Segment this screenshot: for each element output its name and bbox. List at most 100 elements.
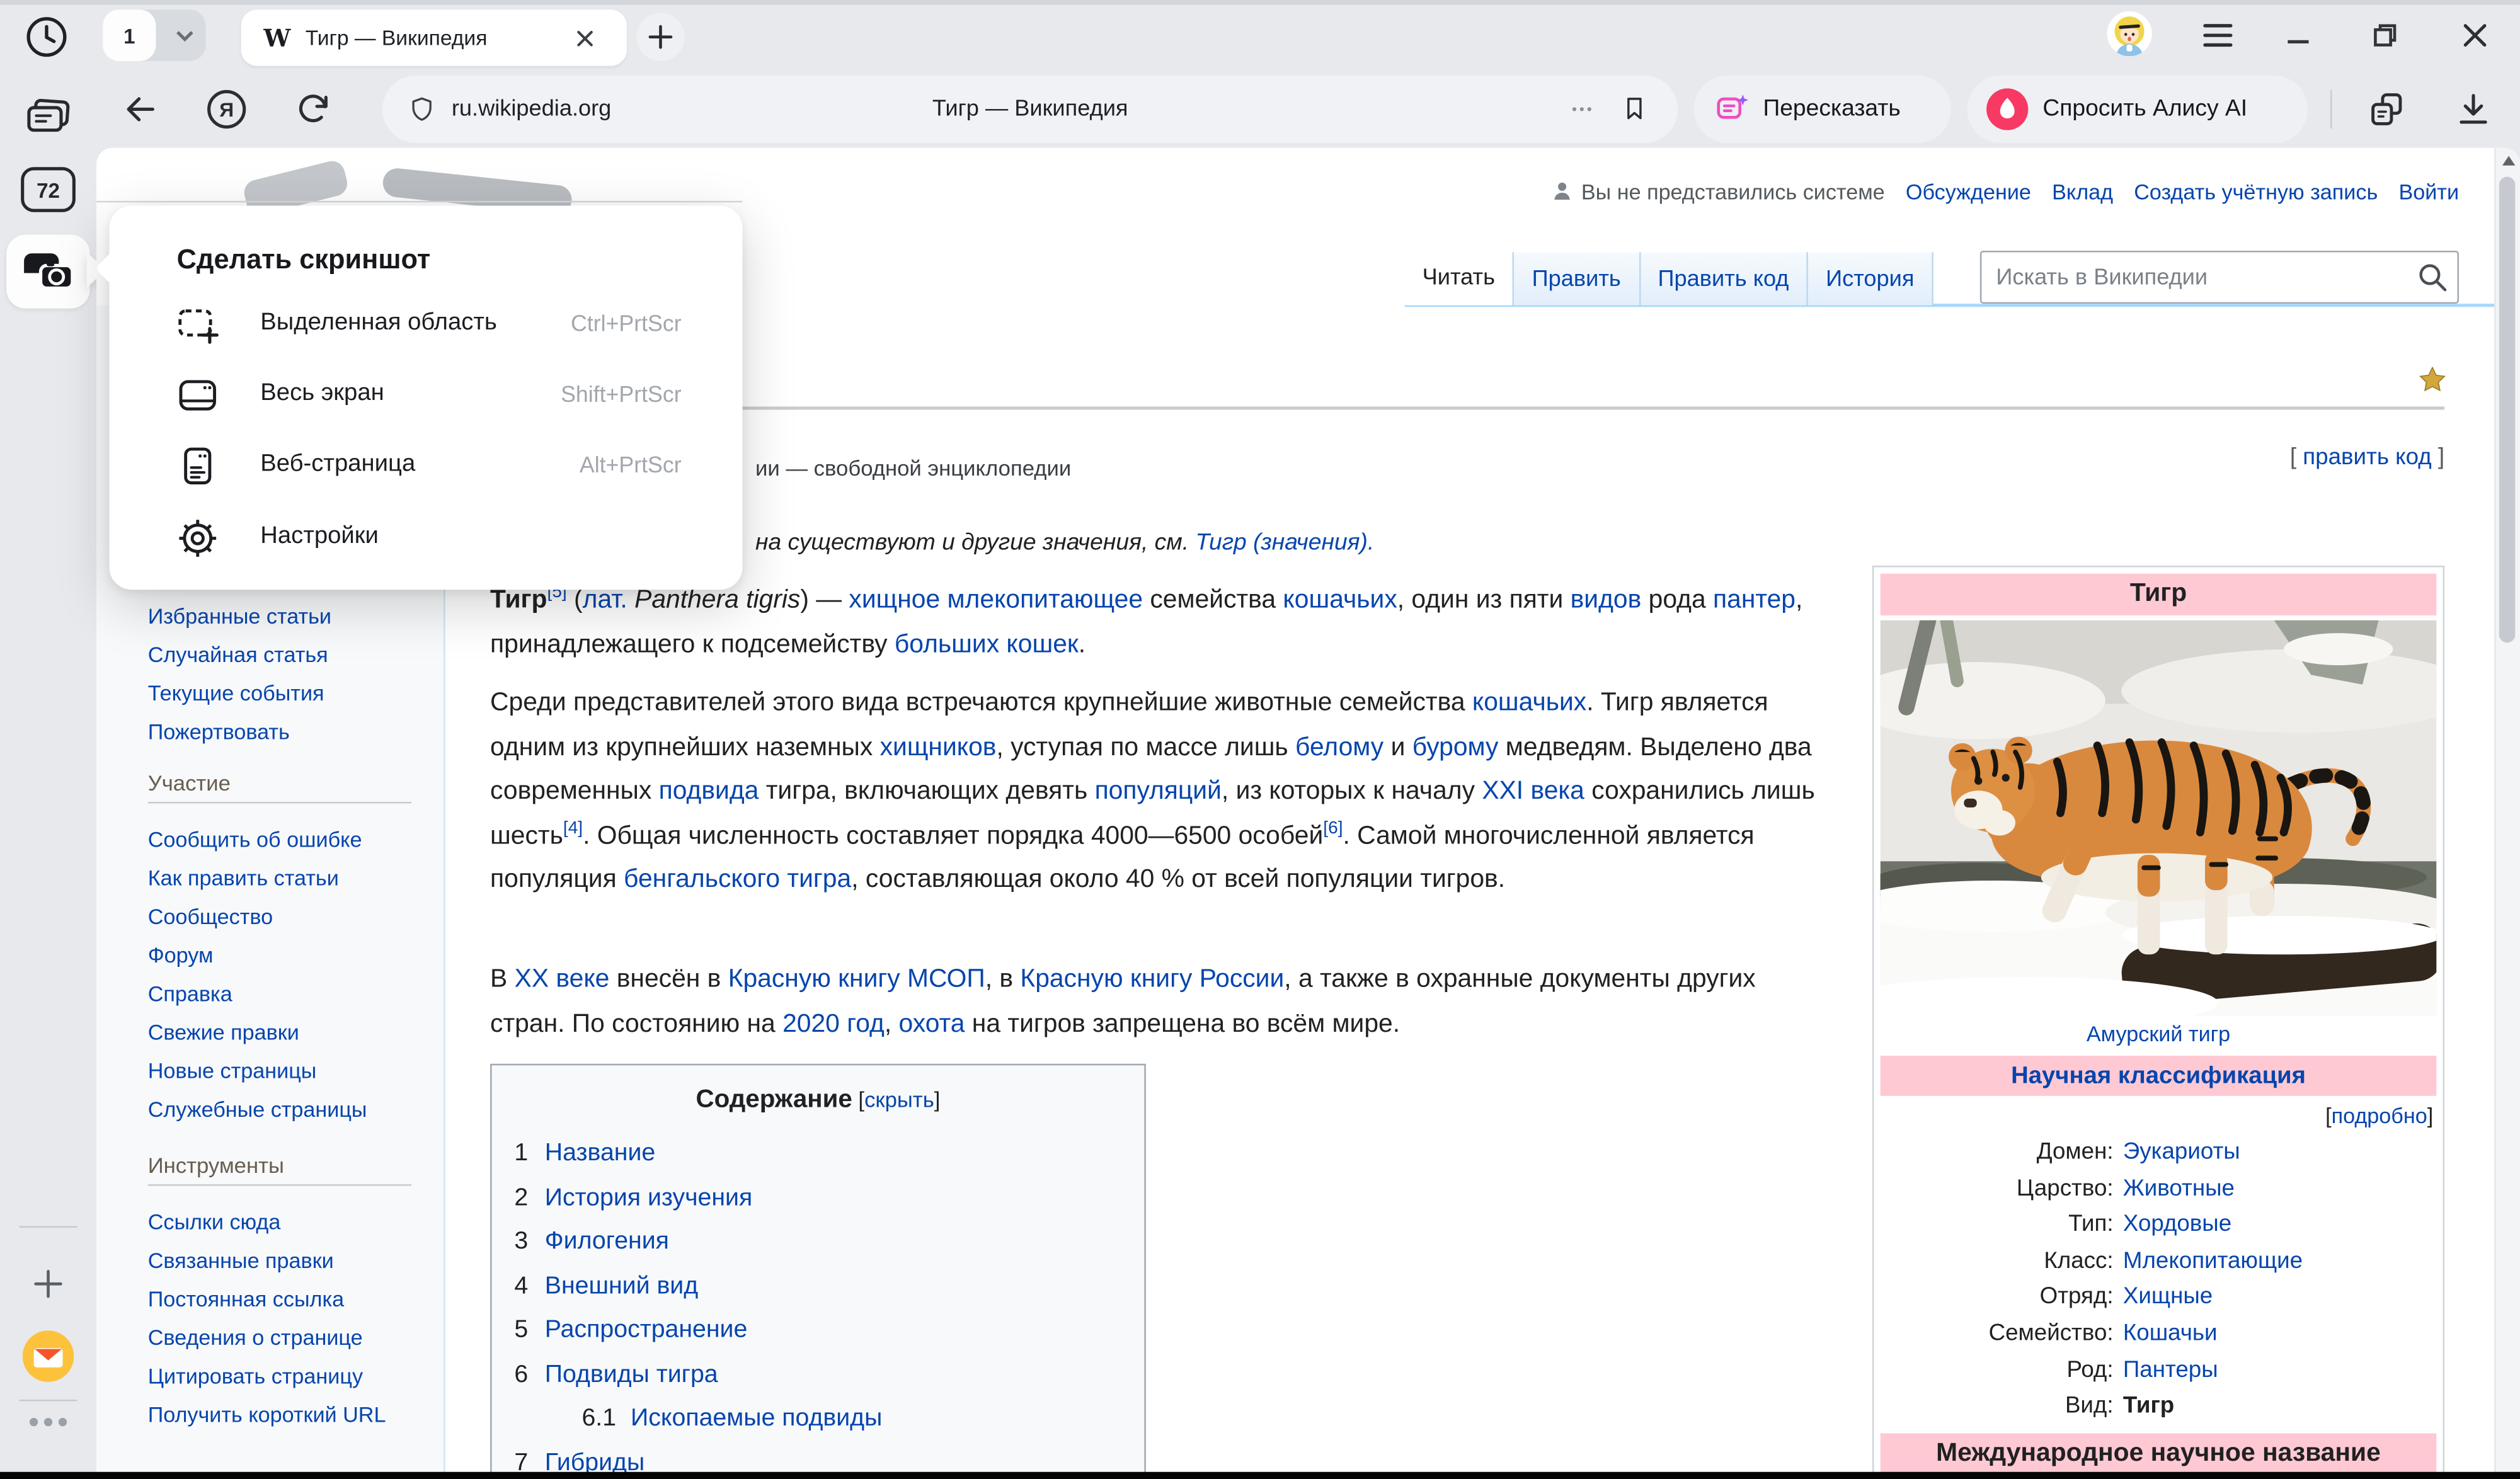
tab-history[interactable]: История bbox=[1806, 253, 1933, 306]
minimize-icon[interactable] bbox=[2279, 14, 2317, 56]
reload-icon[interactable] bbox=[292, 88, 334, 130]
article-paragraph: В XX веке внесён в Красную книгу МСОП, в… bbox=[490, 957, 1824, 1046]
tab-group-badge[interactable]: 1 bbox=[103, 9, 156, 61]
tab-close-icon[interactable] bbox=[574, 26, 597, 49]
wiki-nav-link[interactable]: Постоянная ссылка bbox=[148, 1281, 431, 1319]
account-link[interactable]: Создать учётную запись bbox=[2134, 179, 2378, 203]
back-arrow-icon[interactable] bbox=[119, 88, 161, 130]
bookmark-icon[interactable] bbox=[1620, 91, 1649, 125]
search-input[interactable] bbox=[1980, 251, 2459, 304]
wiki-nav-link[interactable]: Получить короткий URL bbox=[148, 1396, 431, 1429]
tab-edit-source[interactable]: Править код bbox=[1639, 253, 1807, 306]
address-more-icon[interactable]: ••• bbox=[1572, 101, 1595, 118]
classification-value[interactable]: Пантеры bbox=[2123, 1352, 2436, 1389]
tab-edit[interactable]: Править bbox=[1513, 253, 1639, 306]
menu-item-settings[interactable]: Настройки bbox=[109, 503, 742, 573]
wiki-account-bar: Вы не представились системе ОбсуждениеВк… bbox=[1550, 178, 2459, 204]
edit-code-link[interactable]: править код bbox=[2303, 445, 2431, 471]
classification-header-link[interactable]: Научная классификация bbox=[1881, 1056, 2437, 1096]
retell-button[interactable]: Пересказать bbox=[1694, 76, 1951, 143]
rail-divider bbox=[20, 1226, 77, 1228]
restore-window-icon[interactable] bbox=[2366, 14, 2404, 56]
classification-value[interactable]: Хищные bbox=[2123, 1280, 2436, 1316]
classification-value[interactable]: Животные bbox=[2123, 1171, 2436, 1208]
classification-value[interactable]: Хордовые bbox=[2123, 1207, 2436, 1243]
menu-hamburger-icon[interactable] bbox=[2199, 14, 2237, 56]
tabs-counter-badge[interactable]: 72 bbox=[21, 167, 76, 212]
classification-value[interactable]: Кошачьи bbox=[2123, 1316, 2436, 1352]
close-window-icon[interactable] bbox=[2456, 14, 2494, 56]
toc-item[interactable]: 3 Филогения bbox=[514, 1219, 1144, 1264]
tab-group-control[interactable]: 1 bbox=[103, 9, 205, 61]
menu-item-web-page[interactable]: Веб-страница Alt+PrtScr bbox=[109, 431, 742, 501]
scrollbar-thumb[interactable] bbox=[2499, 177, 2516, 643]
menu-item-selected-area[interactable]: Выделенная область Ctrl+PrtScr bbox=[109, 289, 742, 360]
classification-value[interactable]: Млекопитающие bbox=[2123, 1243, 2436, 1280]
classification-value[interactable]: Эукариоты bbox=[2123, 1134, 2436, 1171]
table-of-contents: Содержание [скрыть] 1 Название 2 История… bbox=[490, 1064, 1146, 1479]
retell-label: Пересказать bbox=[1763, 96, 1900, 122]
alice-drop-icon bbox=[1986, 88, 2028, 130]
image-caption-link[interactable]: Амурский тигр bbox=[1881, 1022, 2437, 1046]
wiki-nav-link[interactable]: Сообщить об ошибке bbox=[148, 821, 431, 860]
classification-row: Отряд: Хищные bbox=[1881, 1280, 2437, 1316]
wiki-nav-link[interactable]: Сведения о странице bbox=[148, 1319, 431, 1357]
wiki-nav-link[interactable]: Пожертвовать bbox=[148, 714, 431, 752]
mail-icon[interactable] bbox=[23, 1330, 74, 1382]
tiger-photo[interactable] bbox=[1881, 620, 2437, 1016]
toc-item[interactable]: 4 Внешний вид bbox=[514, 1264, 1144, 1308]
ask-alice-button[interactable]: Спросить Алису AI bbox=[1967, 76, 2308, 143]
classification-row: Домен: Эукариоты bbox=[1881, 1134, 2437, 1171]
wiki-nav-link[interactable]: Новые страницы bbox=[148, 1053, 431, 1091]
scrollbar-up-arrow[interactable] bbox=[2502, 156, 2514, 165]
wiki-nav-link[interactable]: Ссылки сюда bbox=[148, 1204, 431, 1242]
account-link[interactable]: Войти bbox=[2398, 179, 2459, 203]
menu-item-full-screen[interactable]: Весь экран Shift+PrtScr bbox=[109, 360, 742, 430]
history-clock-icon[interactable] bbox=[23, 13, 71, 61]
shield-icon[interactable] bbox=[408, 93, 435, 125]
toc-item[interactable]: 6 Подвиды тигра bbox=[514, 1352, 1144, 1396]
extensions-icon[interactable] bbox=[2366, 88, 2407, 130]
wiki-nav-link[interactable]: Связанные правки bbox=[148, 1242, 431, 1281]
account-link[interactable]: Обсуждение bbox=[1906, 179, 2031, 203]
screenshot-tool-button[interactable] bbox=[6, 234, 90, 308]
url-domain[interactable]: ru.wikipedia.org bbox=[452, 96, 612, 122]
wiki-nav-link[interactable]: Текущие события bbox=[148, 675, 431, 713]
toc-item[interactable]: 2 История изучения bbox=[514, 1175, 1144, 1219]
browser-tab[interactable]: W Тигр — Википедия bbox=[241, 9, 627, 66]
wiki-nav-link[interactable]: Избранные статьи bbox=[148, 598, 431, 636]
toc-item[interactable]: 1 Название bbox=[514, 1131, 1144, 1175]
wiki-nav-link[interactable]: Случайная статья bbox=[148, 636, 431, 675]
toc-item[interactable]: 6.1 Ископаемые подвиды bbox=[581, 1396, 1144, 1441]
wiki-nav-link[interactable]: Свежие правки bbox=[148, 1014, 431, 1053]
wiki-nav-link[interactable]: Форум bbox=[148, 937, 431, 975]
rail-more-dots-icon[interactable] bbox=[27, 1414, 69, 1430]
rail-plus-icon[interactable] bbox=[29, 1265, 67, 1303]
new-tab-button[interactable] bbox=[636, 13, 685, 61]
avatar[interactable] bbox=[2107, 11, 2151, 56]
toc-hide-link[interactable]: скрыть bbox=[864, 1088, 934, 1112]
yandex-services-icon[interactable]: Я bbox=[206, 88, 248, 130]
detail-link[interactable]: подробно bbox=[2332, 1104, 2427, 1128]
wiki-nav-link[interactable]: Как править статьи bbox=[148, 860, 431, 898]
taxobox-title: Тигр bbox=[1881, 574, 2437, 615]
wiki-nav-link[interactable]: Сообщество bbox=[148, 898, 431, 937]
article-title-rule bbox=[490, 406, 2444, 409]
chevron-down-icon[interactable] bbox=[170, 21, 199, 50]
gear-icon bbox=[177, 517, 219, 559]
account-link[interactable]: Вклад bbox=[2052, 179, 2113, 203]
wiki-nav-link[interactable]: Служебные страницы bbox=[148, 1091, 431, 1129]
toc-title: Содержание [скрыть] bbox=[492, 1086, 1145, 1115]
magnifier-icon[interactable] bbox=[2415, 260, 2449, 294]
toc-item[interactable]: 5 Распространение bbox=[514, 1308, 1144, 1352]
wiki-nav-link[interactable]: Цитировать страницу bbox=[148, 1358, 431, 1396]
wiki-header-line bbox=[96, 201, 743, 203]
address-bar[interactable]: ru.wikipedia.org Тигр — Википедия ••• bbox=[382, 76, 1678, 143]
cards-icon[interactable] bbox=[23, 96, 74, 141]
featured-star-icon[interactable] bbox=[2417, 365, 2448, 395]
classification-value[interactable]: Тигр bbox=[2123, 1388, 2436, 1425]
tab-read[interactable]: Читать bbox=[1405, 249, 1513, 305]
screen-icon bbox=[177, 374, 219, 416]
download-icon[interactable] bbox=[2453, 88, 2494, 130]
wiki-nav-link[interactable]: Справка bbox=[148, 975, 431, 1014]
